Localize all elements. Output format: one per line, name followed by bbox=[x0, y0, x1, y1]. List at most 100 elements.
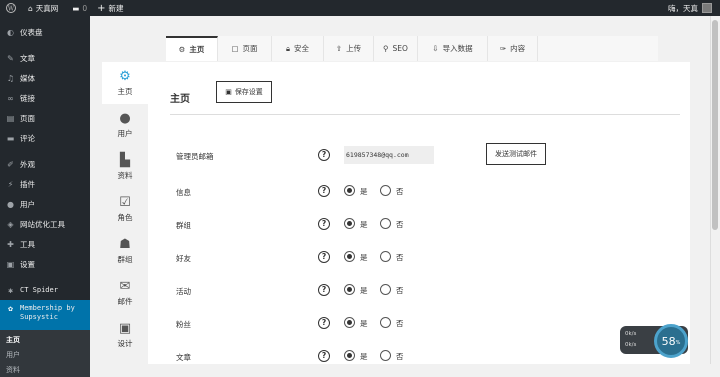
scrollbar-thumb[interactable] bbox=[712, 20, 718, 230]
radio-yes-label: 是 bbox=[360, 286, 368, 295]
radio-no[interactable] bbox=[380, 218, 391, 229]
setting-label: 活动 bbox=[176, 287, 191, 296]
page-title: 主页 bbox=[170, 94, 190, 105]
admin-email-field[interactable]: 619857348@qq.com bbox=[344, 146, 434, 164]
help-icon[interactable]: ? bbox=[318, 350, 330, 362]
download-icon: ⇩ bbox=[432, 44, 439, 53]
help-icon[interactable]: ? bbox=[318, 317, 330, 329]
sidebar-item-comments[interactable]: ▬ 评论 bbox=[0, 128, 90, 148]
sidebar-item-label: 评论 bbox=[20, 133, 35, 143]
sidebar-item-seo[interactable]: ◈ 网站优化工具 bbox=[0, 214, 90, 234]
help-icon[interactable]: ? bbox=[318, 251, 330, 263]
sidebar-item-posts[interactable]: ✎ 文章 bbox=[0, 48, 90, 68]
radio-yes[interactable] bbox=[344, 218, 355, 229]
sidebar-item-label: 链接 bbox=[20, 93, 35, 103]
sidebar-item-plugins[interactable]: ⚡ 插件 bbox=[0, 174, 90, 194]
user-icon: ● bbox=[7, 199, 14, 209]
help-icon[interactable]: ? bbox=[318, 284, 330, 296]
tab-security[interactable]: 🔒︎ 安全 bbox=[272, 36, 324, 61]
submenu-item-users[interactable]: 用户 bbox=[0, 347, 90, 362]
save-settings-button[interactable]: ▣ 保存设置 bbox=[216, 81, 272, 103]
comment-icon: ▬ bbox=[6, 133, 15, 143]
radio-no-label: 否 bbox=[396, 352, 404, 361]
sidebar-item-dashboard[interactable]: ◐ 仪表盘 bbox=[0, 22, 90, 42]
new-content-link[interactable]: + 新建 bbox=[97, 3, 123, 14]
section-nav-design[interactable]: ▣ 设计 bbox=[102, 314, 148, 356]
media-icon: ♫ bbox=[6, 73, 15, 83]
sidebar-item-users[interactable]: ● 用户 bbox=[0, 194, 90, 214]
send-test-email-button[interactable]: 发送测试邮件 bbox=[486, 143, 546, 165]
sidebar-item-tools[interactable]: ✚ 工具 bbox=[0, 234, 90, 254]
gauge-percent: 58 bbox=[661, 334, 676, 348]
section-nav-label: 邮件 bbox=[117, 297, 133, 306]
tab-home[interactable]: ⚙ 主页 bbox=[166, 36, 218, 61]
sidebar-item-media[interactable]: ♫ 媒体 bbox=[0, 68, 90, 88]
radio-yes[interactable] bbox=[344, 350, 355, 361]
sidebar-item-settings[interactable]: ▣ 设置 bbox=[0, 254, 90, 274]
sidebar-item-ct-spider[interactable]: ✱ CT Spider bbox=[0, 280, 90, 300]
section-nav-mail[interactable]: ✉ 邮件 bbox=[102, 272, 148, 314]
gear-icon: ⚙ bbox=[178, 45, 186, 54]
membership-submenu: 主页 用户 资料 bbox=[0, 330, 90, 377]
radio-yes[interactable] bbox=[344, 284, 355, 295]
section-nav-profile[interactable]: ▙ 资料 bbox=[102, 146, 148, 188]
radio-no[interactable] bbox=[380, 284, 391, 295]
section-nav-groups[interactable]: ☗ 群组 bbox=[102, 230, 148, 272]
plug-icon: ✑ bbox=[499, 44, 507, 53]
tab-content[interactable]: ✑ 内容 bbox=[488, 36, 538, 61]
download-speed: 0k/s bbox=[625, 342, 637, 348]
radio-no-label: 否 bbox=[396, 253, 404, 262]
section-nav-label: 群组 bbox=[117, 255, 133, 264]
email-label: 管理员邮箱 bbox=[176, 152, 214, 161]
help-icon[interactable]: ? bbox=[318, 185, 330, 197]
help-icon[interactable]: ? bbox=[318, 218, 330, 230]
gauge-unit: % bbox=[675, 340, 681, 346]
radio-yes[interactable] bbox=[344, 185, 355, 196]
radio-no[interactable] bbox=[380, 350, 391, 361]
memory-gauge[interactable]: 58% bbox=[654, 324, 688, 358]
greeting: 嗨，天真 bbox=[668, 3, 698, 13]
comment-icon: ▬ bbox=[72, 3, 80, 13]
submenu-item-home[interactable]: 主页 bbox=[0, 332, 90, 347]
radio-yes-label: 是 bbox=[360, 352, 368, 361]
sidebar-item-membership[interactable]: ✿ Membership by Supsystic bbox=[0, 300, 90, 330]
user-menu[interactable]: 嗨，天真 bbox=[668, 0, 712, 16]
submenu-item-profile[interactable]: 资料 bbox=[0, 362, 90, 377]
tab-import[interactable]: ⇩ 导入数据 bbox=[418, 36, 488, 61]
site-name: 天真网 bbox=[35, 3, 59, 13]
sidebar-item-appearance[interactable]: ✐ 外观 bbox=[0, 154, 90, 174]
wp-logo-icon[interactable]: W bbox=[6, 3, 16, 13]
sidebar-item-links[interactable]: ∞ 链接 bbox=[0, 88, 90, 108]
tab-label: 安全 bbox=[294, 44, 309, 53]
sidebar-item-pages[interactable]: ▤ 页面 bbox=[0, 108, 90, 128]
tab-upload[interactable]: ⇧ 上传 bbox=[324, 36, 374, 61]
setting-label: 文章 bbox=[176, 353, 191, 362]
radio-yes[interactable] bbox=[344, 251, 355, 262]
radio-yes-label: 是 bbox=[360, 187, 368, 196]
radio-yes[interactable] bbox=[344, 317, 355, 328]
group-icon: ☗ bbox=[119, 236, 131, 252]
section-nav-label: 设计 bbox=[117, 339, 133, 348]
sidebar-item-label: 页面 bbox=[20, 113, 35, 123]
tab-seo[interactable]: ⚲ SEO bbox=[374, 36, 418, 61]
tab-label: 上传 bbox=[346, 44, 362, 53]
radio-no[interactable] bbox=[380, 251, 391, 262]
setting-row: 粉丝? 是 否 bbox=[148, 314, 690, 334]
radio-no[interactable] bbox=[380, 317, 391, 328]
radio-no[interactable] bbox=[380, 185, 391, 196]
sidebar-item-label: 外观 bbox=[20, 159, 35, 169]
comments-link[interactable]: ▬ 0 bbox=[72, 4, 87, 13]
plugin-icon: ⚡ bbox=[7, 179, 14, 189]
divider bbox=[170, 114, 680, 115]
site-name-link[interactable]: ⌂ 天真网 bbox=[28, 3, 58, 14]
setting-label: 粉丝 bbox=[176, 320, 191, 329]
tab-pages[interactable]: ▢ 页面 bbox=[218, 36, 272, 61]
sidebar-item-label: 插件 bbox=[20, 179, 35, 189]
section-nav-roles[interactable]: ☑ 角色 bbox=[102, 188, 148, 230]
sidebar-item-label: 文章 bbox=[20, 53, 35, 63]
setting-row: 活动? 是 否 bbox=[148, 281, 690, 301]
section-nav-home[interactable]: ⚙ 主页 bbox=[102, 62, 148, 104]
help-icon[interactable]: ? bbox=[318, 149, 330, 161]
setting-row: 群组? 是 否 bbox=[148, 215, 690, 235]
section-nav-users[interactable]: ● 用户 bbox=[102, 104, 148, 146]
